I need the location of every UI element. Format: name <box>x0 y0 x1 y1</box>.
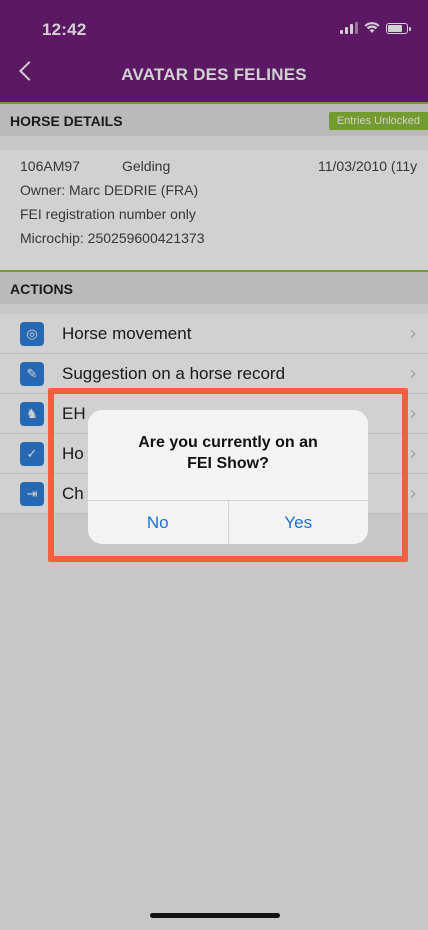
no-button[interactable]: No <box>88 501 228 544</box>
alert-dialog: Are you currently on an FEI Show? No Yes <box>88 410 368 544</box>
alert-buttons: No Yes <box>88 500 368 544</box>
alert-message: Are you currently on an FEI Show? <box>138 434 318 472</box>
home-indicator[interactable] <box>150 913 280 918</box>
yes-button[interactable]: Yes <box>227 501 369 544</box>
